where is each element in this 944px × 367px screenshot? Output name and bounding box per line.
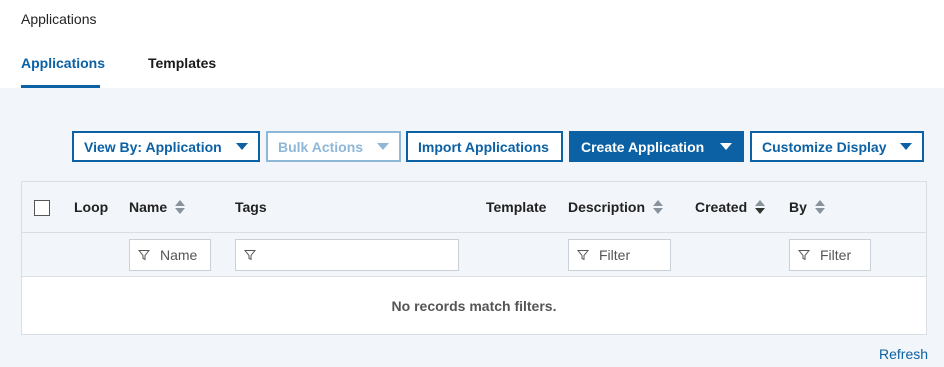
tags-filter-input[interactable]	[235, 239, 459, 271]
sort-descending-icon	[755, 200, 766, 214]
applications-table: Loop Name Tags Template Description Crea…	[21, 181, 927, 335]
sort-icon	[814, 200, 825, 214]
name-filter-input[interactable]: Name	[129, 239, 211, 271]
filter-icon	[244, 250, 256, 261]
column-by[interactable]: By	[789, 199, 825, 215]
create-application-button[interactable]: Create Application	[569, 131, 744, 162]
by-filter-placeholder: Filter	[820, 247, 852, 263]
bulk-actions-dropdown[interactable]: Bulk Actions	[266, 131, 401, 162]
by-filter-input[interactable]: Filter	[789, 239, 871, 271]
filter-icon	[138, 250, 150, 261]
column-description[interactable]: Description	[568, 199, 664, 215]
column-name-label: Name	[129, 199, 168, 215]
tab-templates[interactable]: Templates	[148, 55, 216, 71]
filter-icon	[798, 250, 810, 261]
filter-row: Name Filter Filter	[22, 233, 926, 277]
column-loop-label: Loop	[74, 199, 109, 215]
chevron-down-icon	[900, 143, 912, 150]
customize-label: Customize Display	[762, 138, 887, 155]
customize-display-dropdown[interactable]: Customize Display	[750, 131, 924, 162]
column-description-label: Description	[568, 199, 646, 215]
import-applications-button[interactable]: Import Applications	[406, 131, 563, 162]
sort-icon	[653, 200, 664, 214]
chevron-down-icon	[720, 143, 732, 150]
column-name[interactable]: Name	[129, 199, 186, 215]
chevron-down-icon	[377, 143, 389, 150]
chevron-down-icon	[236, 143, 248, 150]
description-filter-input[interactable]: Filter	[568, 239, 671, 271]
create-label: Create Application	[581, 138, 705, 155]
view-by-label: View By: Application	[84, 138, 222, 155]
breadcrumb: Applications	[21, 11, 97, 27]
main-panel: View By: Application Bulk Actions Import…	[0, 88, 944, 367]
column-loop[interactable]: Loop	[74, 199, 108, 215]
description-filter-placeholder: Filter	[599, 247, 631, 263]
empty-message: No records match filters.	[391, 298, 557, 314]
column-tags-label: Tags	[235, 199, 267, 215]
view-by-dropdown[interactable]: View By: Application	[72, 131, 260, 162]
filter-icon	[577, 250, 589, 261]
column-created[interactable]: Created	[695, 199, 766, 215]
column-by-label: By	[789, 199, 807, 215]
select-all-checkbox[interactable]	[34, 200, 50, 216]
page-header: Applications Applications Templates	[0, 0, 944, 88]
name-filter-placeholder: Name	[160, 247, 198, 263]
sort-icon	[175, 200, 186, 214]
column-tags: Tags	[235, 199, 267, 215]
tab-applications[interactable]: Applications	[21, 55, 105, 71]
refresh-link[interactable]: Refresh	[879, 346, 928, 362]
column-created-label: Created	[695, 199, 748, 215]
import-label: Import Applications	[418, 138, 549, 155]
bulk-actions-label: Bulk Actions	[278, 138, 364, 155]
column-template: Template	[486, 199, 546, 215]
table-header: Loop Name Tags Template Description Crea…	[22, 182, 926, 233]
column-template-label: Template	[486, 199, 547, 215]
